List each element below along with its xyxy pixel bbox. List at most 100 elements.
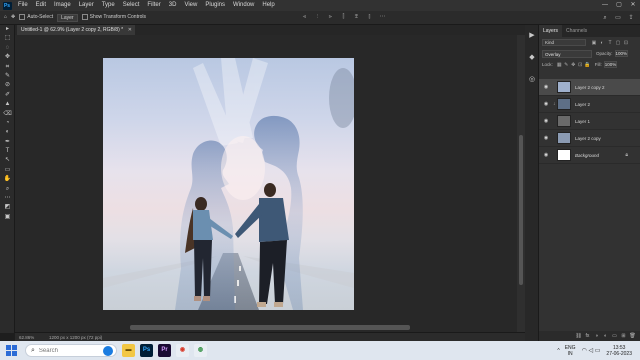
menu-filter[interactable]: Filter bbox=[143, 0, 164, 11]
photoshop-logo-icon[interactable]: Ps bbox=[0, 0, 14, 11]
align-middle-icon[interactable]: ⩨ bbox=[352, 13, 361, 22]
menu-file[interactable]: File bbox=[14, 0, 32, 11]
align-center-icon[interactable]: ⫶ bbox=[313, 13, 322, 22]
canvas-image[interactable] bbox=[103, 58, 354, 310]
eyedropper-tool-icon[interactable]: ✎ bbox=[0, 72, 15, 81]
object-select-tool-icon[interactable]: ✥ bbox=[0, 53, 15, 62]
path-select-tool-icon[interactable]: ↖ bbox=[0, 156, 15, 165]
play-icon[interactable]: ▶ bbox=[525, 25, 539, 47]
layer-name[interactable]: Layer 2 copy 2 bbox=[575, 85, 605, 90]
pen-tool-icon[interactable]: ✒ bbox=[0, 138, 15, 147]
vertical-scrollbar[interactable] bbox=[517, 35, 525, 332]
crop-tool-icon[interactable]: ⌗ bbox=[0, 63, 15, 72]
document-tab[interactable]: Untitled-1 @ 62.9% (Layer 2 copy 2, RGB/… bbox=[17, 25, 135, 35]
visibility-eye-icon[interactable]: ◉ bbox=[539, 84, 553, 90]
add-mask-icon[interactable]: ◑ bbox=[592, 333, 601, 339]
hand-tool-icon[interactable]: ✋ bbox=[0, 175, 15, 184]
blend-mode-dropdown[interactable]: Overlay bbox=[542, 49, 592, 58]
eraser-tool-icon[interactable]: ⌫ bbox=[0, 110, 15, 119]
align-top-icon[interactable]: ⫿ bbox=[339, 13, 348, 22]
menu-select[interactable]: Select bbox=[119, 0, 144, 11]
search-icon[interactable]: ⌕ bbox=[600, 13, 610, 23]
new-layer-icon[interactable]: ⊞ bbox=[619, 333, 628, 339]
stamp-tool-icon[interactable]: ▲ bbox=[0, 100, 15, 109]
move-tool-icon[interactable]: ▸ bbox=[0, 25, 15, 34]
menu-image[interactable]: Image bbox=[50, 0, 75, 11]
zoom-tool-icon[interactable]: ⌕ bbox=[0, 185, 15, 194]
move-tool-icon[interactable]: ✥ bbox=[11, 13, 15, 22]
menu-edit[interactable]: Edit bbox=[32, 0, 50, 11]
photoshop-icon[interactable]: Ps bbox=[140, 344, 153, 357]
marquee-tool-icon[interactable]: ⬚ bbox=[0, 34, 15, 43]
layer-row[interactable]: ◉ Layer 2 copy bbox=[539, 130, 640, 147]
properties-icon[interactable]: ◆ bbox=[525, 47, 539, 69]
layer-row[interactable]: ◉ ↓ Layer 2 bbox=[539, 96, 640, 113]
tab-channels[interactable]: Channels bbox=[562, 25, 591, 37]
share-icon[interactable]: ⇪ bbox=[626, 13, 636, 23]
menu-plugins[interactable]: Plugins bbox=[201, 0, 229, 11]
language-indicator[interactable]: ENG IN bbox=[565, 345, 576, 357]
more-options-icon[interactable]: ⋯ bbox=[378, 13, 387, 22]
close-window-button[interactable]: ✕ bbox=[626, 0, 640, 11]
lock-position-icon[interactable]: ✥ bbox=[570, 62, 577, 68]
visibility-eye-icon[interactable]: ◉ bbox=[539, 101, 553, 107]
align-right-icon[interactable]: ⫸ bbox=[326, 13, 335, 22]
adjustment-layer-icon[interactable]: ◐ bbox=[601, 333, 610, 339]
kind-filter-dropdown[interactable]: Kind bbox=[542, 39, 586, 46]
home-icon[interactable]: ⌂ bbox=[4, 13, 7, 22]
chrome-icon[interactable]: ◍ bbox=[194, 344, 207, 357]
menu-help[interactable]: Help bbox=[258, 0, 278, 11]
layer-name[interactable]: Layer 2 copy bbox=[575, 136, 601, 141]
opacity-input[interactable]: 100% bbox=[614, 50, 628, 57]
type-filter-icon[interactable]: T bbox=[606, 40, 614, 46]
lock-artboard-icon[interactable]: ⊡ bbox=[577, 62, 584, 68]
pixel-filter-icon[interactable]: ▣ bbox=[590, 40, 598, 46]
auto-select-target-dropdown[interactable]: Layer bbox=[57, 13, 78, 22]
layer-name[interactable]: Layer 2 bbox=[575, 102, 590, 107]
adjustments-icon[interactable]: ◎ bbox=[525, 69, 539, 91]
menu-view[interactable]: View bbox=[180, 0, 201, 11]
color-swatch-icon[interactable]: ◩ bbox=[0, 203, 15, 212]
dodge-tool-icon[interactable]: ◐ bbox=[0, 128, 15, 137]
lock-pixels-icon[interactable]: ▦ bbox=[556, 62, 563, 68]
show-transform-checkbox[interactable]: Show Transform Controls bbox=[81, 13, 146, 22]
link-layers-icon[interactable]: ⛓ bbox=[574, 333, 583, 339]
app-red-icon[interactable]: ◉ bbox=[176, 344, 189, 357]
layer-name[interactable]: Layer 1 bbox=[575, 119, 590, 124]
maximize-button[interactable]: ▢ bbox=[612, 0, 626, 11]
menu-layer[interactable]: Layer bbox=[75, 0, 98, 11]
scroll-thumb[interactable] bbox=[519, 135, 523, 285]
quick-mask-icon[interactable]: ▣ bbox=[0, 213, 15, 222]
minimize-button[interactable]: — bbox=[598, 0, 612, 11]
smart-object-filter-icon[interactable]: ⊡ bbox=[622, 40, 630, 46]
lock-all-icon[interactable]: 🔒 bbox=[584, 62, 591, 68]
workspace-icon[interactable]: ▭ bbox=[613, 13, 623, 23]
horizontal-scrollbar[interactable] bbox=[130, 325, 410, 330]
menu-type[interactable]: Type bbox=[98, 0, 119, 11]
visibility-eye-icon[interactable]: ◉ bbox=[539, 152, 553, 158]
layer-style-icon[interactable]: fx bbox=[583, 333, 592, 339]
bing-icon[interactable] bbox=[103, 346, 113, 356]
chevron-up-icon[interactable]: ^ bbox=[557, 348, 559, 354]
system-icons[interactable]: ◠ ◁ ▭ bbox=[582, 347, 601, 354]
more-tools-icon[interactable]: ⋯ bbox=[0, 194, 15, 203]
lock-paint-icon[interactable]: ✎ bbox=[563, 62, 570, 68]
gradient-tool-icon[interactable]: ◔ bbox=[0, 119, 15, 128]
premiere-icon[interactable]: Pr bbox=[158, 344, 171, 357]
close-tab-icon[interactable]: ✕ bbox=[128, 25, 132, 35]
taskbar-search-input[interactable] bbox=[38, 347, 99, 354]
align-bottom-icon[interactable]: ⫾ bbox=[365, 13, 374, 22]
delete-layer-icon[interactable]: 🗑 bbox=[628, 333, 637, 339]
adjustment-filter-icon[interactable]: ◐ bbox=[598, 40, 606, 46]
menu-window[interactable]: Window bbox=[229, 0, 258, 11]
shape-tool-icon[interactable]: ▭ bbox=[0, 166, 15, 175]
layer-row[interactable]: ◉ Background 🔒︎ bbox=[539, 147, 640, 164]
windows-start-icon[interactable] bbox=[6, 345, 17, 356]
healing-tool-icon[interactable]: ⊘ bbox=[0, 81, 15, 90]
fill-input[interactable]: 100% bbox=[603, 61, 617, 68]
tab-layers[interactable]: Layers bbox=[539, 25, 563, 37]
menu-3d[interactable]: 3D bbox=[165, 0, 181, 11]
file-explorer-icon[interactable]: ▬ bbox=[122, 344, 135, 357]
brush-tool-icon[interactable]: ✐ bbox=[0, 91, 15, 100]
new-group-icon[interactable]: ▭ bbox=[610, 333, 619, 339]
